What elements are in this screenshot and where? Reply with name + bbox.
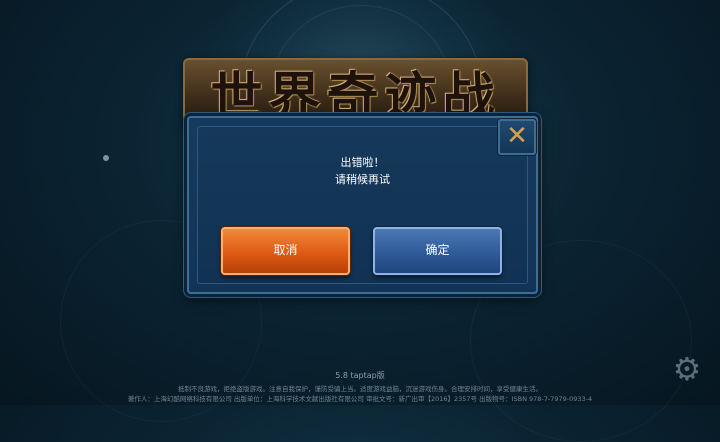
background-sparkle [103,155,109,161]
version-label: 5.8 taptap版 [335,371,385,380]
settings-button[interactable]: ⚙ [670,352,704,386]
error-message-detail: 请稍候再试 [335,173,390,186]
publisher-notice: 著作人：上海幻酷网络科技有限公司 出版单位：上海科学技术文献出版社有限公司 审批… [127,395,593,403]
cancel-button-label: 取消 [273,243,298,257]
health-notice: 抵制不良游戏，拒绝盗版游戏。注意自我保护，谨防受骗上当。适度游戏益脑，沉迷游戏伤… [178,385,542,393]
close-icon: ✕ [506,121,528,151]
cancel-button[interactable]: 取消 [221,227,350,275]
close-button[interactable]: ✕ [498,119,536,155]
gear-icon: ⚙ [672,350,702,388]
confirm-button-label: 确定 [425,243,450,257]
error-message-title: 出错啦！ [340,156,385,169]
confirm-button[interactable]: 确定 [373,227,502,275]
